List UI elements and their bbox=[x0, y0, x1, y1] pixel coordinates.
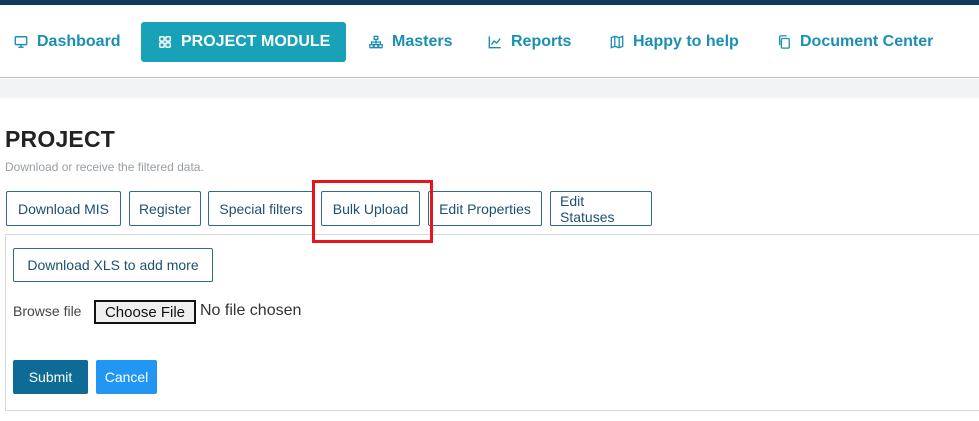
top-navbar: Dashboard PROJECT MODULE Masters Reports… bbox=[0, 5, 979, 78]
sitemap-icon bbox=[368, 34, 384, 50]
tab-edit-properties[interactable]: Edit Properties bbox=[428, 191, 542, 226]
page-band bbox=[0, 79, 979, 98]
page-title: PROJECT bbox=[5, 126, 116, 152]
grid-icon bbox=[157, 34, 173, 50]
nav-item-happy-to-help[interactable]: Happy to help bbox=[609, 22, 739, 62]
nav-item-label: PROJECT MODULE bbox=[181, 33, 331, 50]
tab-special-filters[interactable]: Special filters bbox=[208, 191, 314, 226]
choose-file-button[interactable]: Choose File bbox=[94, 300, 196, 324]
nav-item-label: Masters bbox=[392, 33, 453, 50]
tab-register[interactable]: Register bbox=[129, 191, 201, 226]
nav-item-label: Dashboard bbox=[37, 33, 121, 50]
tab-edit-statuses[interactable]: Edit Statuses bbox=[550, 191, 652, 226]
tab-download-mis[interactable]: Download MIS bbox=[6, 191, 121, 226]
map-icon bbox=[609, 34, 625, 50]
nav-item-reports[interactable]: Reports bbox=[487, 22, 571, 62]
nav-item-dashboard[interactable]: Dashboard bbox=[13, 22, 121, 62]
nav-item-label: Document Center bbox=[800, 33, 934, 50]
nav-item-masters[interactable]: Masters bbox=[368, 22, 452, 62]
nav-item-project-module[interactable]: PROJECT MODULE bbox=[141, 22, 347, 62]
highlight-annotation bbox=[312, 180, 433, 243]
file-status-text: No file chosen bbox=[200, 302, 302, 319]
page-subtitle: Download or receive the filtered data. bbox=[5, 160, 204, 174]
cancel-button[interactable]: Cancel bbox=[96, 360, 157, 394]
nav-item-document-center[interactable]: Document Center bbox=[776, 22, 933, 62]
copy-icon bbox=[776, 34, 792, 50]
line-chart-icon bbox=[487, 34, 503, 50]
browse-file-label: Browse file bbox=[13, 303, 82, 319]
submit-button[interactable]: Submit bbox=[13, 360, 88, 394]
monitor-icon bbox=[13, 34, 29, 50]
nav-item-label: Reports bbox=[511, 33, 572, 50]
download-xls-button[interactable]: Download XLS to add more bbox=[13, 248, 213, 282]
nav-item-label: Happy to help bbox=[633, 33, 739, 50]
